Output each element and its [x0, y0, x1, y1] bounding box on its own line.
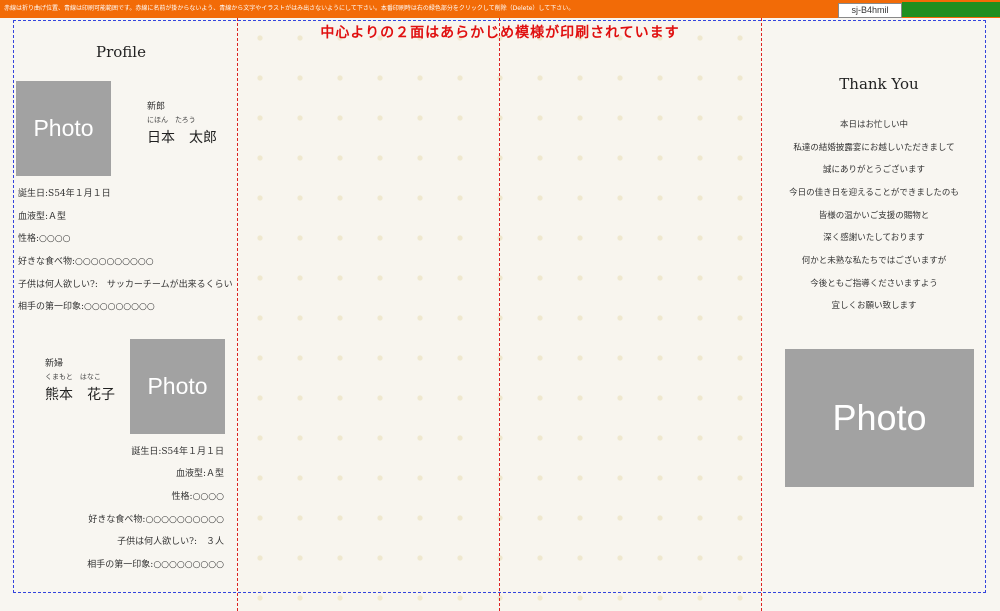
- bride-favorite-food: 好きな食べ物:○○○○○○○○○○: [88, 515, 224, 525]
- groom-children: 子供は何人欲しい?: サッカーチームが出来るくらい: [18, 280, 233, 290]
- groom-photo[interactable]: Photo: [16, 81, 111, 176]
- thankyou-line: 私達の結婚披露宴にお越しいただきまして: [793, 143, 955, 153]
- fold-line-2: [499, 18, 500, 611]
- pattern-notice: 中心よりの２面はあらかじめ模様が印刷されています: [320, 25, 680, 41]
- bride-birthday: 誕生日:S54年１月１日: [131, 447, 224, 457]
- bride-name: 熊本 花子: [45, 387, 115, 403]
- groom-favorite-food: 好きな食べ物:○○○○○○○○○○: [18, 257, 154, 267]
- thankyou-line: 宜しくお願い致します: [831, 301, 917, 311]
- groom-name: 日本 太郎: [147, 130, 217, 146]
- profile-title: Profile: [96, 43, 146, 61]
- thankyou-title: Thank You: [839, 75, 919, 93]
- bride-reading: くまもと はなこ: [45, 373, 101, 381]
- template-code: sj-B4hmil: [838, 3, 902, 18]
- groom-first-impression: 相手の第一印象:○○○○○○○○○: [18, 302, 155, 312]
- thankyou-photo-label: Photo: [832, 397, 927, 438]
- thankyou-line: 誠にありがとうございます: [822, 165, 925, 175]
- groom-reading: にほん たろう: [147, 116, 196, 124]
- groom-blood-type: 血液型:Ａ型: [18, 212, 67, 222]
- bride-role: 新婦: [45, 359, 64, 369]
- thankyou-line: 皆様の温かいご支援の賜物と: [818, 211, 930, 221]
- fold-line-3: [761, 18, 762, 611]
- groom-photo-label: Photo: [33, 115, 94, 141]
- groom-birthday: 誕生日:S54年１月１日: [18, 189, 111, 199]
- groom-role: 新郎: [147, 102, 166, 112]
- thankyou-line: 今日の佳き日を迎えることができましたのも: [789, 188, 959, 198]
- fold-line-1: [237, 18, 238, 611]
- thankyou-line: 深く感謝いたしております: [823, 233, 925, 243]
- bride-personality: 性格:○○○○: [171, 492, 224, 502]
- bride-first-impression: 相手の第一印象:○○○○○○○○○: [87, 560, 224, 570]
- bride-children: 子供は何人欲しい?: ３人: [117, 537, 224, 547]
- bride-photo[interactable]: Photo: [130, 339, 225, 434]
- groom-personality: 性格:○○○○: [18, 234, 71, 244]
- bride-blood-type: 血液型:Ａ型: [175, 469, 224, 479]
- bride-photo-label: Photo: [147, 373, 208, 399]
- thankyou-line: 何かと未熟な私たちではございますが: [801, 256, 947, 266]
- delete-marker-block[interactable]: [902, 2, 1000, 17]
- thankyou-line: 本日はお忙しい中: [839, 120, 908, 130]
- thankyou-line: 今後ともご指導くださいますよう: [810, 279, 938, 289]
- thankyou-photo[interactable]: Photo: [785, 349, 974, 487]
- instruction-text: 赤線は折り曲げ位置、青線は印刷可能範囲です。赤線に名前が掛からないよう、青線から…: [4, 5, 575, 12]
